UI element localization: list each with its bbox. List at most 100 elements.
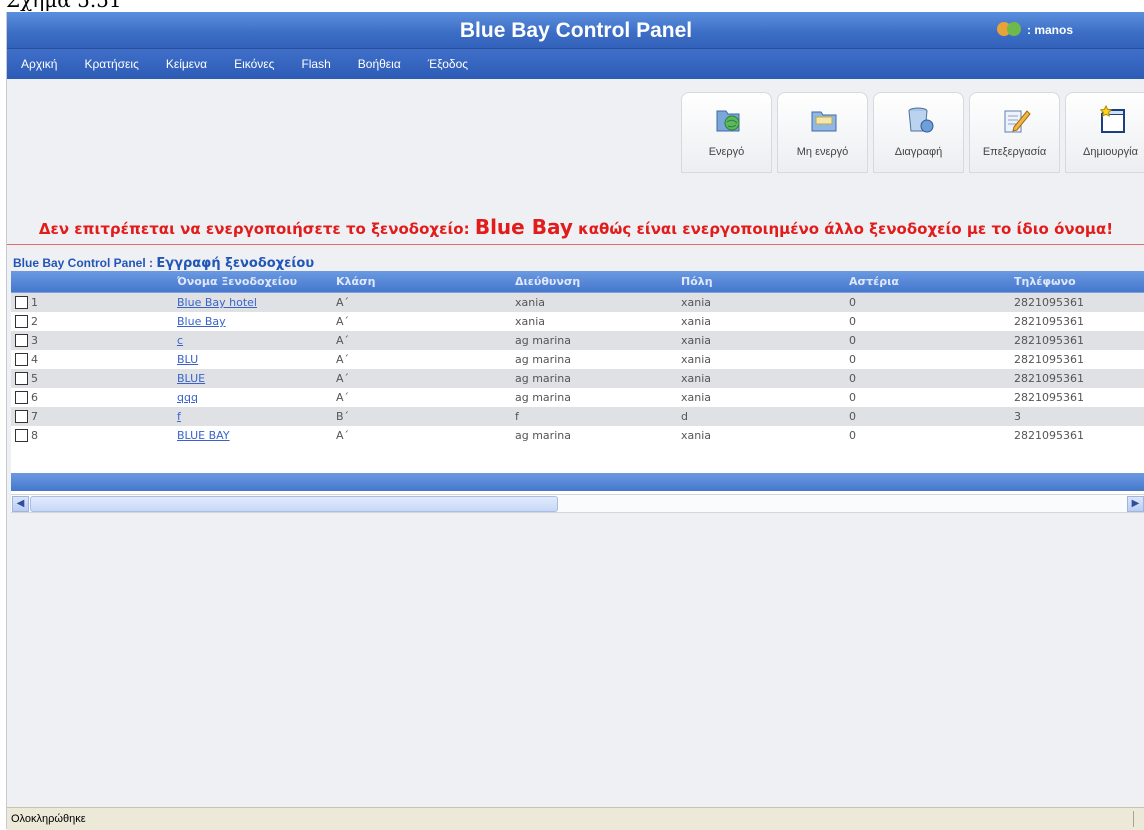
hotel-name-link[interactable]: qqq — [173, 388, 332, 407]
col-address[interactable]: Διεύθυνση — [511, 271, 677, 293]
phone-cell: 2821095361 — [1010, 331, 1144, 350]
menu-item-exit[interactable]: Έξοδος — [414, 57, 481, 71]
hotel-name-link[interactable]: c — [173, 331, 332, 350]
hotel-name-link[interactable]: BLUE — [173, 369, 332, 388]
phone-cell: 3 — [1010, 407, 1144, 426]
row-number: 5 — [31, 371, 38, 385]
horizontal-scrollbar[interactable]: ◀ ▶ — [11, 494, 1144, 513]
table-row: 8 BLUE BAY A΄ ag marina xania 0 2821095361 — [11, 426, 1144, 445]
menu-item-home[interactable]: Αρχική — [7, 57, 70, 71]
hotel-name-link[interactable]: f — [173, 407, 332, 426]
grid-footer — [11, 473, 1144, 491]
deactivate-label: Μη ενεργό — [796, 146, 849, 158]
hotel-name-link[interactable]: BLU — [177, 353, 198, 366]
row-select[interactable]: 8 — [11, 426, 173, 445]
row-checkbox[interactable] — [15, 391, 28, 405]
deactivate-button[interactable]: Μη ενεργό — [777, 92, 868, 173]
phone-cell: 2821095361 — [1010, 292, 1144, 312]
hotel-name-link[interactable]: BLUE BAY — [173, 426, 332, 445]
address-cell: f — [511, 407, 677, 426]
edit-button[interactable]: Επεξεργασία — [969, 92, 1060, 173]
city-cell: xania — [677, 426, 845, 445]
row-checkbox[interactable] — [15, 315, 28, 329]
hotel-name-link[interactable]: Blue Bay hotel — [177, 296, 257, 309]
row-number: 7 — [31, 409, 38, 423]
scroll-left-icon[interactable]: ◀ — [12, 496, 29, 512]
city-cell: xania — [677, 331, 845, 350]
user-name: : manos — [1027, 23, 1074, 37]
globe-folder-icon — [716, 110, 740, 132]
class-cell: A΄ — [332, 331, 511, 350]
phone-cell: 2821095361 — [1010, 388, 1144, 407]
menu-item-images[interactable]: Εικόνες — [220, 57, 287, 71]
hotel-name-link[interactable]: BLUE — [177, 372, 205, 385]
folder-icon — [811, 111, 837, 132]
row-select[interactable]: 4 — [11, 350, 173, 369]
error-prefix: Δεν επιτρέπεται να ενεργοποιήσετε το ξεν… — [38, 220, 475, 238]
hotel-name-link[interactable]: Blue Bay — [173, 312, 332, 331]
row-checkbox[interactable] — [15, 410, 28, 424]
row-select[interactable]: 1 — [11, 292, 173, 312]
status-text: Ολοκληρώθηκε — [11, 813, 86, 825]
menu-item-flash[interactable]: Flash — [287, 57, 343, 71]
row-select[interactable]: 7 — [11, 407, 173, 426]
error-message: Δεν επιτρέπεται να ενεργοποιήσετε το ξεν… — [7, 215, 1144, 239]
col-phone[interactable]: Τηλέφωνο — [1010, 271, 1144, 293]
class-cell: A΄ — [332, 350, 511, 369]
row-checkbox[interactable] — [15, 296, 28, 310]
activate-label: Ενεργό — [708, 146, 745, 158]
col-hotel-name[interactable]: Όνομα Ξενοδοχείου — [173, 271, 332, 293]
class-cell: A΄ — [332, 292, 511, 312]
address-cell: ag marina — [511, 331, 677, 350]
row-checkbox[interactable] — [15, 429, 28, 443]
menu-item-help[interactable]: Βοήθεια — [344, 57, 414, 71]
app-header: Blue Bay Control Panel : manos — [7, 12, 1144, 49]
row-select[interactable]: 2 — [11, 312, 173, 331]
table-row: 5 BLUE A΄ ag marina xania 0 2821095361 — [11, 369, 1144, 388]
table-row: 7 f B΄ f d 0 3 — [11, 407, 1144, 426]
activate-button[interactable]: Ενεργό — [681, 92, 772, 173]
row-number: 3 — [31, 333, 38, 347]
col-class[interactable]: Κλάση — [332, 271, 511, 293]
hotel-name-link[interactable]: BLU — [173, 350, 332, 369]
error-suffix: καθώς είναι ενεργοποιημένο άλλο ξενοδοχε… — [572, 220, 1114, 238]
hotel-name-link[interactable]: BLUE BAY — [177, 429, 230, 442]
hotel-name-link[interactable]: f — [177, 410, 181, 423]
breadcrumb: Blue Bay Control Panel : Εγγραφή ξενοδοχ… — [13, 256, 314, 271]
menu-item-bookings[interactable]: Κρατήσεις — [70, 57, 151, 71]
row-checkbox[interactable] — [15, 334, 28, 348]
col-city[interactable]: Πόλη — [677, 271, 845, 293]
stars-cell: 0 — [845, 292, 1010, 312]
table-row: 2 Blue Bay A΄ xania xania 0 2821095361 — [11, 312, 1144, 331]
col-stars[interactable]: Αστέρια — [845, 271, 1010, 293]
stars-cell: 0 — [845, 388, 1010, 407]
row-select[interactable]: 5 — [11, 369, 173, 388]
browser-content: Blue Bay Control Panel : manos Αρχική Κρ… — [6, 12, 1144, 830]
edit-label: Επεξεργασία — [982, 146, 1047, 158]
row-select[interactable]: 6 — [11, 388, 173, 407]
breadcrumb-page: Εγγραφή ξενοδοχείου — [156, 256, 315, 271]
recycle-bin-icon — [908, 107, 934, 133]
error-hotel-name: Blue Bay — [474, 215, 573, 239]
table-row: 3 c A΄ ag marina xania 0 2821095361 — [11, 331, 1144, 350]
stars-cell: 0 — [845, 369, 1010, 388]
scrollbar-thumb[interactable] — [30, 496, 558, 512]
class-cell: A΄ — [332, 388, 511, 407]
hotel-name-link[interactable]: qqq — [177, 391, 198, 404]
main-menu: Αρχική Κρατήσεις Κείμενα Εικόνες Flash Β… — [7, 49, 1144, 79]
address-cell: xania — [511, 292, 677, 312]
phone-cell: 2821095361 — [1010, 369, 1144, 388]
class-cell: B΄ — [332, 407, 511, 426]
row-checkbox[interactable] — [15, 353, 28, 367]
hotel-name-link[interactable]: Blue Bay hotel — [173, 292, 332, 312]
address-cell: ag marina — [511, 426, 677, 445]
create-button[interactable]: Δημιουργία — [1065, 92, 1144, 173]
row-checkbox[interactable] — [15, 372, 28, 386]
delete-button[interactable]: Διαγραφή — [873, 92, 964, 173]
row-select[interactable]: 3 — [11, 331, 173, 350]
hotel-name-link[interactable]: Blue Bay — [177, 315, 226, 328]
menu-item-texts[interactable]: Κείμενα — [152, 57, 220, 71]
hotel-name-link[interactable]: c — [177, 334, 183, 347]
col-select — [11, 271, 173, 293]
scroll-right-icon[interactable]: ▶ — [1127, 496, 1144, 512]
